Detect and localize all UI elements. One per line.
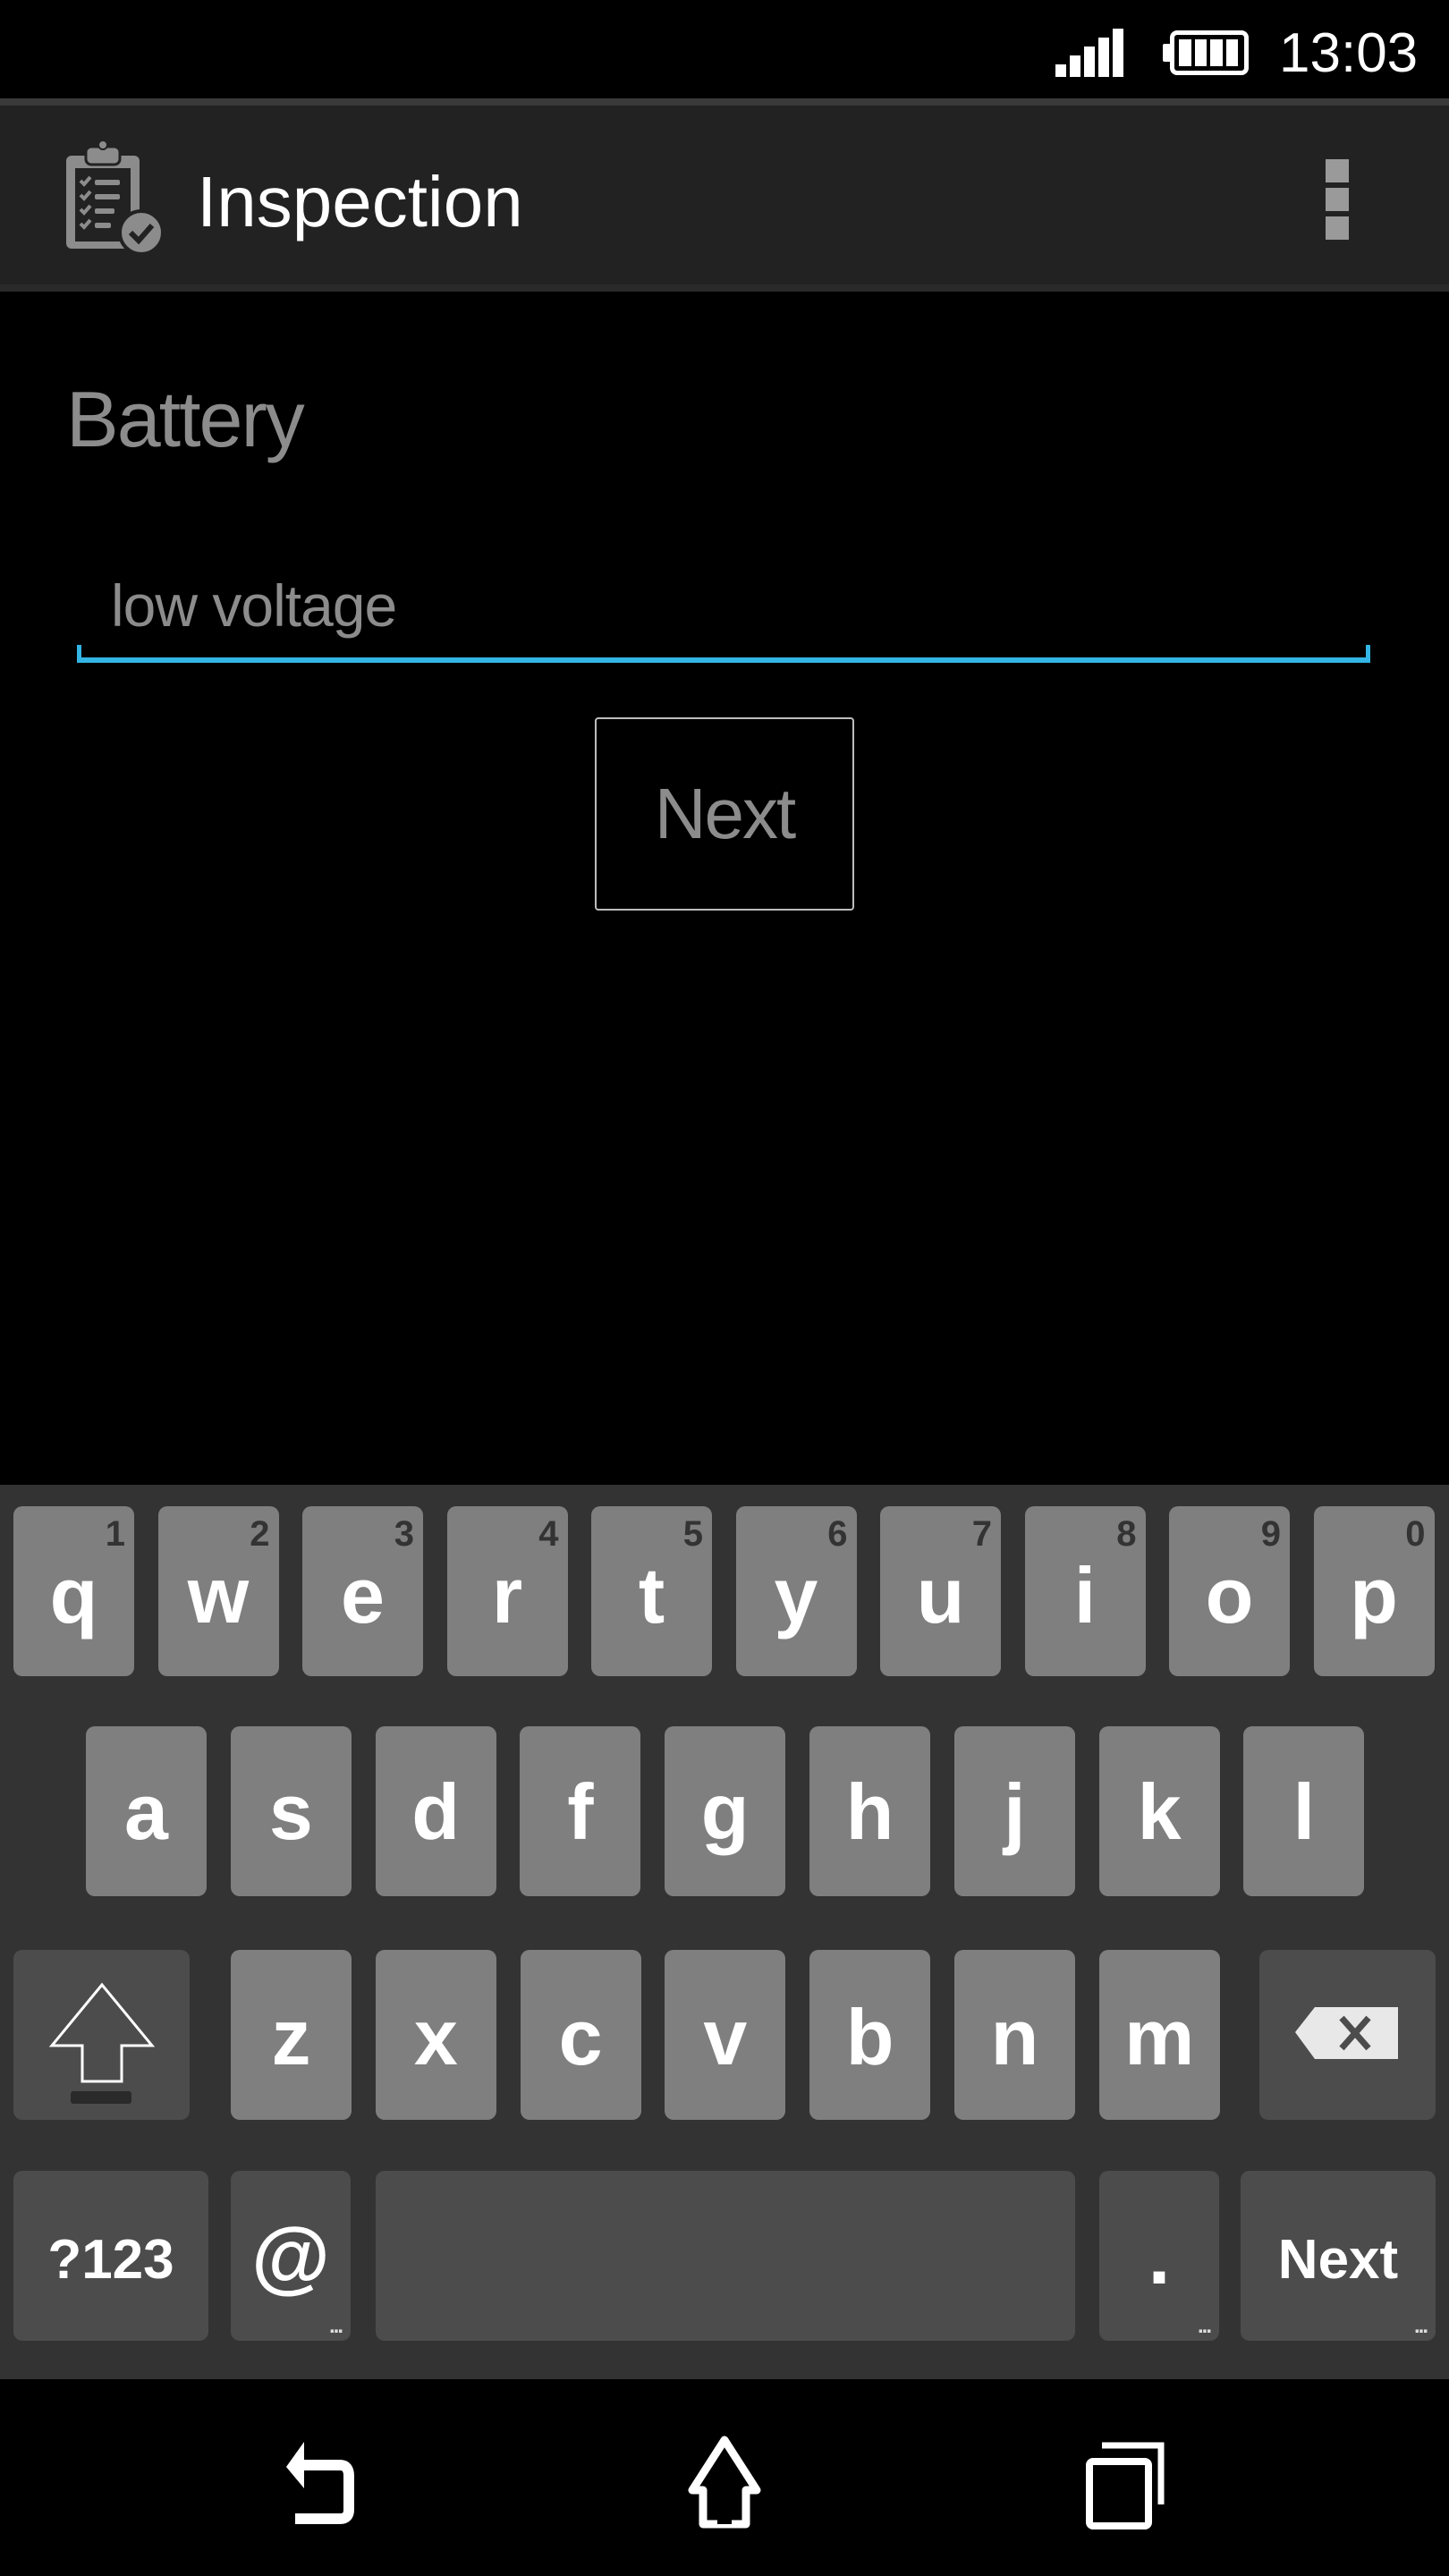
clipboard-checklist-icon <box>66 140 165 256</box>
key-label: s <box>268 1767 313 1856</box>
key-n[interactable]: n <box>954 1950 1075 2120</box>
key-d[interactable]: d <box>375 1726 496 1896</box>
clock: 13:03 <box>1279 22 1419 84</box>
key-c[interactable]: c <box>520 1950 641 2120</box>
soft-keyboard: 1q2w3e4r5t6y7u8i9o0p asdfghjkl zxcvbnm ?… <box>0 1485 1449 2379</box>
key-i[interactable]: 8i <box>1024 1506 1146 1676</box>
key-x[interactable]: x <box>375 1950 496 2120</box>
home-button[interactable] <box>671 2433 778 2531</box>
cell-signal-icon <box>1055 29 1127 77</box>
key-s[interactable]: s <box>230 1726 352 1896</box>
battery-input-value: low voltage <box>111 572 397 639</box>
key-label: d <box>411 1767 460 1856</box>
shift-arrow-icon <box>48 1982 156 2104</box>
key-hint: 0 <box>1405 1514 1426 1554</box>
key-p[interactable]: 0p <box>1313 1506 1435 1676</box>
key-z[interactable]: z <box>231 1950 352 2120</box>
key-label: c <box>558 1993 603 2081</box>
key-t[interactable]: 5t <box>591 1506 712 1676</box>
back-icon <box>286 2442 354 2524</box>
symbols-key[interactable]: ?123 <box>13 2171 208 2341</box>
key-o[interactable]: 9o <box>1169 1506 1290 1676</box>
key-y[interactable]: 6y <box>735 1506 857 1676</box>
key-q[interactable]: 1q <box>13 1506 134 1676</box>
recent-apps-icon <box>1086 2442 1165 2529</box>
space-key[interactable] <box>376 2171 1075 2341</box>
battery-input[interactable]: low voltage <box>77 551 1370 663</box>
key-g[interactable]: g <box>665 1726 786 1896</box>
status-bar: 13:03 <box>0 0 1449 100</box>
navigation-bar <box>0 2379 1449 2576</box>
key-k[interactable]: k <box>1098 1726 1220 1896</box>
key-label: g <box>700 1767 750 1856</box>
at-key[interactable]: @ ... <box>231 2171 351 2341</box>
key-hint: 8 <box>1116 1514 1137 1554</box>
key-w[interactable]: 2w <box>157 1506 279 1676</box>
key-r[interactable]: 4r <box>446 1506 568 1676</box>
key-hint: 1 <box>105 1514 125 1554</box>
battery-full-icon <box>1163 30 1249 75</box>
key-label: z <box>271 1993 311 2081</box>
app-title: Inspection <box>197 162 523 242</box>
key-b[interactable]: b <box>809 1950 931 2120</box>
key-m[interactable]: m <box>1098 1950 1220 2120</box>
next-button[interactable]: Next <box>595 717 854 911</box>
key-label: p <box>1350 1551 1398 1640</box>
key-h[interactable]: h <box>809 1726 930 1896</box>
key-hint: 5 <box>682 1514 703 1554</box>
key-label: w <box>187 1551 250 1640</box>
key-hint: 6 <box>827 1514 848 1554</box>
status-divider <box>0 98 1449 106</box>
backspace-key[interactable] <box>1259 1950 1436 2120</box>
key-label: y <box>774 1551 818 1640</box>
key-label: m <box>1124 1993 1195 2081</box>
key-e[interactable]: 3e <box>302 1506 423 1676</box>
key-label: e <box>341 1551 385 1640</box>
key-label: u <box>916 1551 965 1640</box>
key-v[interactable]: v <box>665 1950 786 2120</box>
key-j[interactable]: j <box>953 1726 1075 1896</box>
next-action-key[interactable]: Next ... <box>1241 2171 1436 2341</box>
key-a[interactable]: a <box>86 1726 207 1896</box>
key-hint: 3 <box>394 1514 414 1554</box>
app-bar-divider <box>0 284 1449 292</box>
back-button[interactable] <box>268 2433 376 2531</box>
key-f[interactable]: f <box>520 1726 641 1896</box>
backspace-icon <box>1295 2007 1398 2059</box>
key-label: f <box>567 1767 594 1856</box>
key-label: i <box>1073 1551 1097 1640</box>
overflow-menu-icon[interactable] <box>1315 152 1360 242</box>
key-hint: 9 <box>1260 1514 1281 1554</box>
key-label: r <box>491 1551 523 1640</box>
key-label: t <box>638 1551 665 1640</box>
key-label: h <box>845 1767 894 1856</box>
key-label: k <box>1137 1767 1182 1856</box>
key-hint: 2 <box>250 1514 270 1554</box>
key-u[interactable]: 7u <box>880 1506 1001 1676</box>
key-label: q <box>49 1551 98 1640</box>
key-hint: 7 <box>971 1514 992 1554</box>
shift-key[interactable] <box>13 1950 190 2120</box>
app-bar: Inspection <box>0 106 1449 292</box>
key-label: l <box>1292 1767 1316 1856</box>
key-label: j <box>1004 1767 1026 1856</box>
input-underline <box>77 657 1370 663</box>
field-label: Battery <box>66 375 305 463</box>
key-label: a <box>124 1767 168 1856</box>
recent-apps-button[interactable] <box>1073 2433 1181 2531</box>
key-l[interactable]: l <box>1243 1726 1365 1896</box>
key-label: v <box>703 1993 748 2081</box>
key-label: b <box>845 1993 894 2081</box>
key-label: o <box>1205 1551 1254 1640</box>
key-label: n <box>990 1993 1039 2081</box>
key-label: x <box>413 1993 458 2081</box>
key-hint: 4 <box>538 1514 559 1554</box>
home-icon <box>688 2436 761 2529</box>
period-key[interactable]: . ... <box>1099 2171 1219 2341</box>
form-content: Battery low voltage Next <box>0 292 1449 1485</box>
